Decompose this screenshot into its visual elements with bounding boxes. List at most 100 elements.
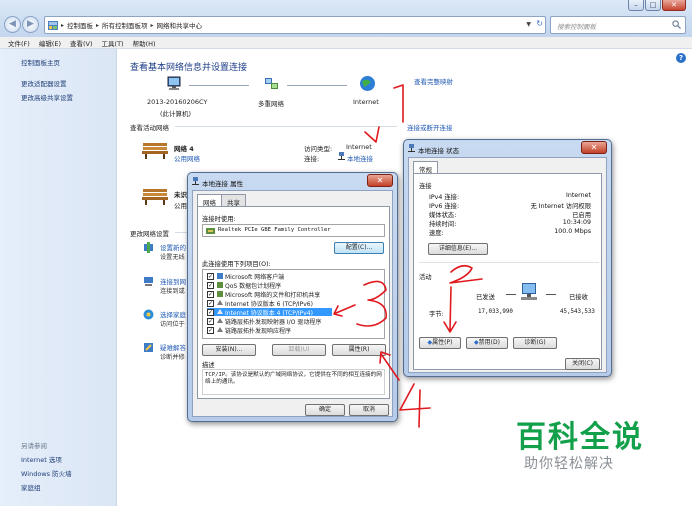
- change-adapter-settings-link[interactable]: 更改适配器设置: [21, 78, 67, 88]
- connect-disconnect-link[interactable]: 连接或断开连接: [407, 122, 453, 132]
- adapter-field: Realtek PCIe GBE Family Controller: [202, 224, 385, 237]
- watermark-title: 百科全说: [516, 420, 644, 455]
- adapter-name: Realtek PCIe GBE Family Controller: [218, 227, 331, 233]
- components-list[interactable]: ✓ Microsoft 网络客户端 ✓ QoS 数据包计划程序 ✓ Micros…: [202, 269, 385, 339]
- internet-options-link[interactable]: Internet 选项: [21, 454, 62, 464]
- minimize-button[interactable]: –: [628, 0, 644, 11]
- search-icon[interactable]: [672, 20, 681, 29]
- breadcrumb-all-items[interactable]: 所有控制面板项: [102, 20, 148, 30]
- homegroup-link[interactable]: 家庭组: [21, 482, 41, 492]
- task-title[interactable]: 疑难解答: [160, 342, 186, 352]
- checkbox[interactable]: ✓: [207, 308, 214, 316]
- disable-button[interactable]: ◆禁用(D): [466, 337, 508, 349]
- close-button[interactable]: ✕: [662, 0, 686, 11]
- list-item[interactable]: ✓ 链路层拓扑发现映射器 I/O 驱动程序: [207, 317, 322, 326]
- connect-using-label: 连接时使用:: [202, 216, 236, 223]
- ipv4-value: Internet: [565, 192, 591, 199]
- checkbox[interactable]: ✓: [207, 326, 214, 334]
- task-title[interactable]: 选择家庭: [160, 309, 186, 319]
- section-divider: [175, 126, 397, 127]
- connection-heading: 连接: [419, 183, 432, 190]
- control-panel-home-link[interactable]: 控制面板主页: [21, 57, 60, 67]
- change-sharing-settings-link[interactable]: 更改高级共享设置: [21, 92, 73, 102]
- menu-tools[interactable]: 工具(T): [102, 38, 124, 48]
- checkbox[interactable]: ✓: [207, 272, 214, 280]
- section-divider: [419, 262, 599, 263]
- network-connection-icon: [408, 144, 415, 152]
- task-description: 诊断并修: [160, 354, 185, 361]
- breadcrumb-control-panel[interactable]: 控制面板: [67, 20, 93, 30]
- windows-firewall-link[interactable]: Windows 防火墙: [21, 468, 72, 478]
- list-item[interactable]: ✓ Microsoft 网络的文件和打印机共享: [207, 290, 320, 299]
- checkbox[interactable]: ✓: [207, 317, 214, 325]
- diagnose-button[interactable]: 诊断(G): [513, 337, 557, 349]
- back-button[interactable]: ◀: [4, 16, 21, 33]
- close-dialog-button[interactable]: 关闭(C): [565, 358, 600, 370]
- task-description: 连接到或: [160, 288, 185, 295]
- media-state-label: 媒体状态:: [429, 212, 457, 219]
- menu-file[interactable]: 文件(F): [8, 38, 30, 48]
- checkbox[interactable]: ✓: [207, 299, 214, 307]
- details-button[interactable]: 详细信息(E)...: [428, 243, 488, 255]
- maximize-button[interactable]: □: [645, 0, 661, 11]
- install-button[interactable]: 安装(N)...: [202, 344, 256, 356]
- protocol-icon: [217, 318, 223, 323]
- status-properties-button[interactable]: ◆属性(P): [419, 337, 461, 349]
- network-adapter-icon: [206, 228, 215, 234]
- configure-button[interactable]: 配置(C)...: [334, 242, 384, 254]
- list-item-selected[interactable]: ✓ Internet 协议版本 4 (TCP/IPv4): [207, 308, 332, 317]
- connection-properties-dialog: 本地连接 属性 ✕ 网络 共享 连接时使用: Realtek PCIe GBE …: [187, 172, 398, 422]
- service-icon: [217, 282, 223, 288]
- search-input[interactable]: 搜索控制面板: [550, 16, 686, 34]
- menu-view[interactable]: 查看(V): [70, 38, 93, 48]
- checkbox[interactable]: ✓: [207, 290, 214, 298]
- homegroup-icon: [143, 309, 154, 320]
- breadcrumb-separator: ▸: [150, 21, 154, 29]
- task-title[interactable]: 连接到网: [160, 276, 186, 286]
- item-label: 链路层拓扑发现映射器 I/O 驱动程序: [225, 318, 322, 326]
- cancel-button[interactable]: 取消: [349, 404, 389, 416]
- close-button[interactable]: ✕: [581, 141, 607, 154]
- network-connection-icon: [338, 152, 345, 160]
- local-connection-link[interactable]: 本地连接: [347, 153, 373, 163]
- breadcrumb-separator: ▸: [61, 21, 65, 29]
- network-connection-icon: [192, 177, 199, 185]
- description-text: TCP/IP。该协议是默认的广域网络协议，它提供在不同的相互连接的网络上的通讯。: [202, 369, 385, 395]
- duration-value: 10:34:09: [562, 219, 591, 226]
- item-label: Internet 协议版本 6 (TCP/IPv6): [225, 300, 313, 308]
- list-item[interactable]: ✓ Internet 协议版本 6 (TCP/IPv6): [207, 299, 313, 308]
- item-label: Internet 协议版本 4 (TCP/IPv4): [225, 309, 313, 317]
- see-full-map-link[interactable]: 查看完整映射: [414, 76, 453, 86]
- dialog-title: 本地连接 状态: [418, 147, 460, 155]
- uninstall-button[interactable]: 卸载(U): [272, 344, 326, 356]
- list-item[interactable]: ✓ QoS 数据包计划程序: [207, 281, 282, 290]
- refresh-icon[interactable]: ↻: [536, 19, 543, 28]
- address-bar[interactable]: ▸ 控制面板 ▸ 所有控制面板项 ▸ 网络和共享中心 ▼ ↻: [44, 16, 546, 34]
- activity-line: [506, 294, 516, 295]
- network-type-link[interactable]: 公用网络: [174, 153, 200, 163]
- networking-panel: 连接时使用: Realtek PCIe GBE Family Controlle…: [197, 206, 390, 399]
- item-label: QoS 数据包计划程序: [225, 282, 282, 290]
- chevron-down-icon[interactable]: ▼: [526, 21, 531, 28]
- item-properties-button[interactable]: 属性(R): [332, 344, 386, 356]
- help-icon[interactable]: ?: [676, 53, 686, 63]
- breadcrumb-network-center[interactable]: 网络和共享中心: [157, 20, 203, 30]
- multiple-networks-icon: [265, 78, 278, 89]
- button-label: 禁用(D): [478, 339, 500, 346]
- second-network-type: 公用: [174, 202, 187, 210]
- close-button[interactable]: ✕: [367, 174, 393, 187]
- list-item[interactable]: ✓ 链路层拓扑发现响应程序: [207, 326, 291, 335]
- breadcrumb-separator: ▸: [96, 21, 100, 29]
- menu-edit[interactable]: 编辑(E): [39, 38, 61, 48]
- forward-button[interactable]: ▶: [22, 16, 39, 33]
- task-title[interactable]: 设置新的: [160, 242, 186, 252]
- bytes-received: 45,543,533: [560, 309, 595, 315]
- item-label: Microsoft 网络客户端: [225, 273, 285, 281]
- menu-bar: 文件(F) 编辑(E) 查看(V) 工具(T) 帮助(H): [0, 37, 692, 49]
- access-type-label: 访问类型:: [304, 145, 333, 153]
- checkbox[interactable]: ✓: [207, 281, 214, 289]
- page-title: 查看基本网络信息并设置连接: [130, 63, 248, 73]
- menu-help[interactable]: 帮助(H): [133, 38, 156, 48]
- list-item[interactable]: ✓ Microsoft 网络客户端: [207, 272, 285, 281]
- ok-button[interactable]: 确定: [305, 404, 345, 416]
